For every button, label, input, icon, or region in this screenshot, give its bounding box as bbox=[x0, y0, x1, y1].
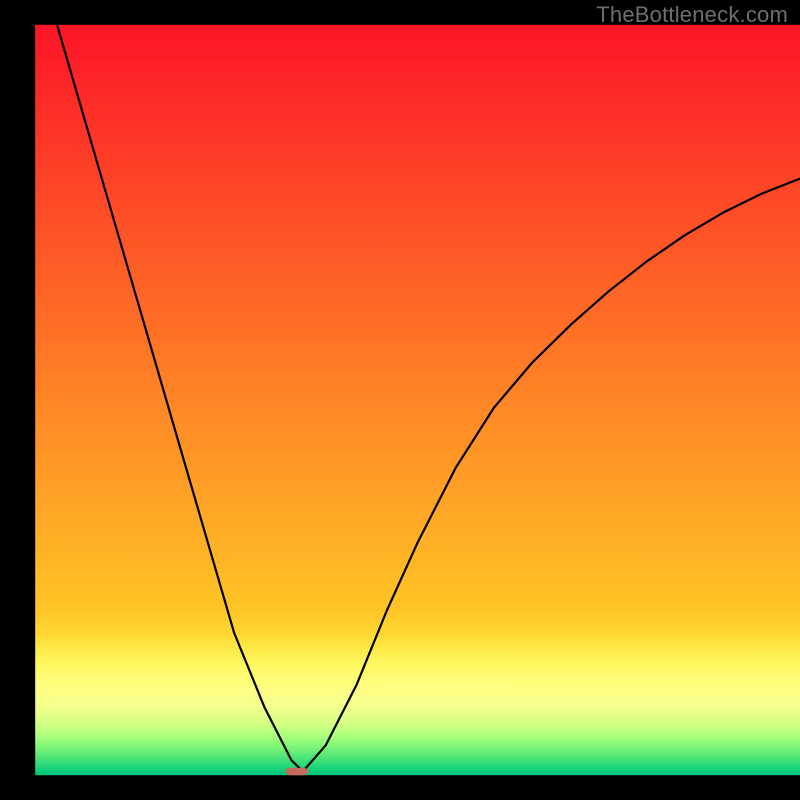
chart-plot-area bbox=[35, 25, 800, 775]
chart-canvas: TheBottleneck.com bbox=[0, 0, 800, 800]
optimal-zone-marker bbox=[285, 768, 308, 776]
watermark-text: TheBottleneck.com bbox=[596, 2, 788, 28]
chart-svg bbox=[0, 0, 800, 800]
